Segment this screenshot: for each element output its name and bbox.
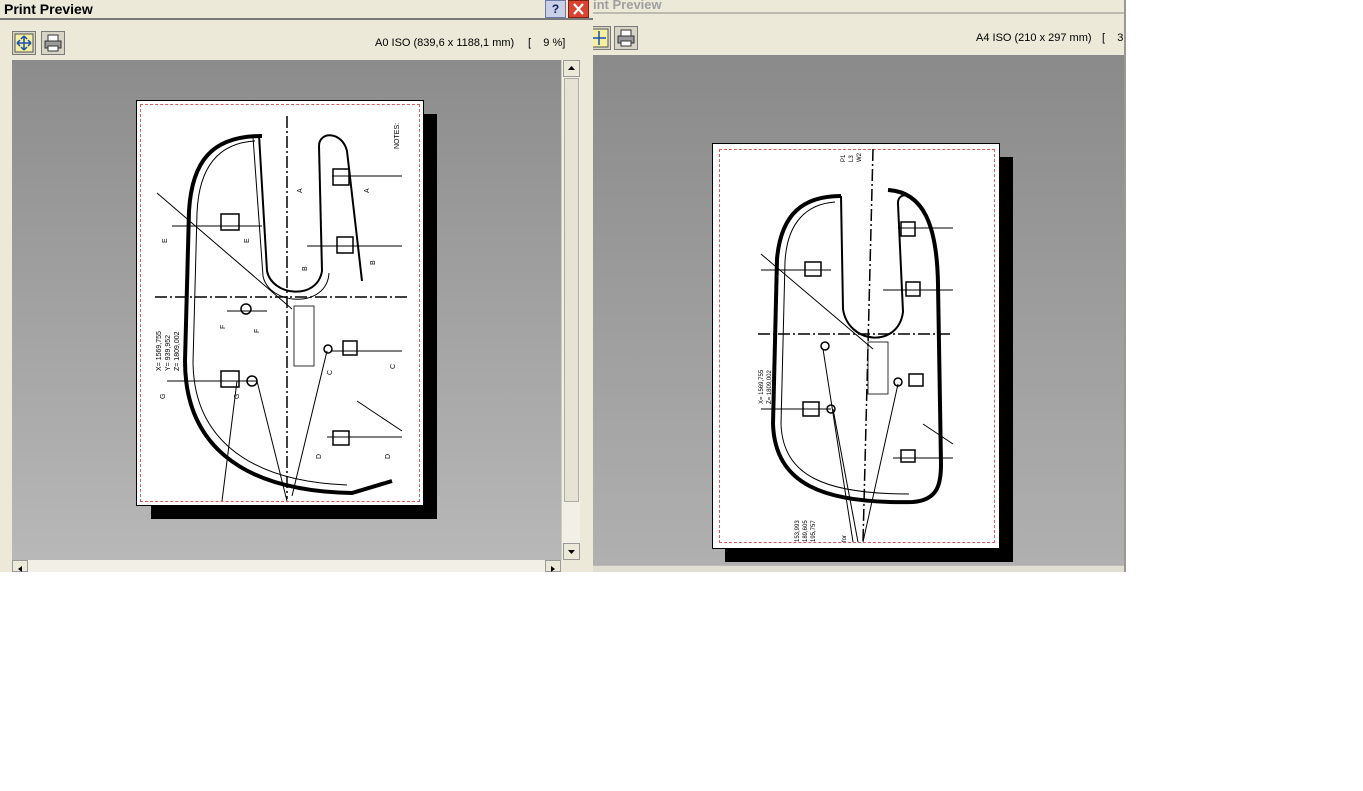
vertical-scrollbar[interactable] xyxy=(561,60,580,560)
fit-all-icon xyxy=(14,33,34,53)
side-text-l3: L3 xyxy=(849,155,855,162)
section-label-c: C xyxy=(390,364,397,369)
coord-b3: 195,757 xyxy=(811,520,817,542)
close-button[interactable] xyxy=(568,0,589,18)
notes-label: NOTES: xyxy=(394,123,401,149)
arrow-left-icon xyxy=(18,566,22,572)
section-label-c: C xyxy=(327,370,334,375)
preview-toolbar: A0 ISO (839,6 x 1188,1 mm) [ 9 %] xyxy=(0,20,593,60)
print-button[interactable] xyxy=(614,26,638,50)
part-drawing: P1 L3 W2 X= 1569,755 Z= 1809,002 153,993… xyxy=(758,148,954,543)
fit-all-button[interactable] xyxy=(593,26,611,50)
window-title: int Preview xyxy=(593,0,662,12)
window-title: Print Preview xyxy=(4,1,93,17)
section-label-f: F xyxy=(220,325,227,329)
side-text-w2: W2 xyxy=(857,152,863,162)
scroll-right-button[interactable] xyxy=(545,560,561,572)
coord-x: X= 1569,755 xyxy=(156,331,163,371)
section-label-a: A xyxy=(297,188,304,193)
preview-toolbar: A4 ISO (210 x 297 mm) [ 3 xyxy=(593,14,1126,55)
paper-format-label: A4 ISO (210 x 297 mm) xyxy=(976,32,1092,44)
coord-z: Z= 1809,002 xyxy=(767,369,773,404)
horizontal-scrollbar[interactable] xyxy=(593,565,1126,572)
horizontal-scrollbar[interactable] xyxy=(12,560,561,572)
help-button[interactable]: ? xyxy=(545,0,566,18)
zoom-level-label: [ 3 xyxy=(1102,32,1124,44)
scroll-thumb[interactable] xyxy=(564,78,579,502)
footer-text: for xyxy=(842,535,848,542)
section-label-e: E xyxy=(162,238,169,243)
side-text-p1: P1 xyxy=(841,154,847,162)
part-drawing: NOTES: X= 1569,755 Y= 939,952 Z= 1809,00… xyxy=(155,116,407,502)
print-button[interactable] xyxy=(41,31,65,55)
section-label-b: B xyxy=(370,260,377,265)
section-label-g: G xyxy=(160,394,167,399)
close-icon xyxy=(573,3,584,15)
coord-b1: 153,993 xyxy=(795,520,801,542)
printer-icon xyxy=(617,29,635,47)
help-icon: ? xyxy=(551,2,560,16)
section-label-d: D xyxy=(316,454,323,459)
scroll-left-button[interactable] xyxy=(12,560,28,572)
arrow-right-icon xyxy=(551,566,555,572)
fit-all-button[interactable] xyxy=(12,31,36,55)
scroll-up-button[interactable] xyxy=(563,60,580,77)
section-label-d: D xyxy=(385,454,392,459)
arrow-up-icon xyxy=(568,66,575,70)
preview-area: NOTES: X= 1569,755 Y= 939,952 Z= 1809,00… xyxy=(12,60,561,560)
zoom-level-label: [ 9 %] xyxy=(528,37,566,49)
section-label-b: B xyxy=(302,266,309,271)
coord-b2: 189,605 xyxy=(803,520,809,542)
coord-y: Y= 939,952 xyxy=(165,335,172,371)
section-label-g: G xyxy=(234,394,241,399)
coord-x: X= 1569,755 xyxy=(759,369,765,404)
fit-all-icon xyxy=(593,28,609,48)
print-preview-window-right: int Preview A4 ISO (210 x 297 mm) [ 3 P1… xyxy=(593,0,1126,572)
printer-icon xyxy=(44,34,62,52)
preview-page: P1 L3 W2 X= 1569,755 Z= 1809,002 153,993… xyxy=(712,143,1000,549)
preview-page: NOTES: X= 1569,755 Y= 939,952 Z= 1809,00… xyxy=(136,100,424,506)
print-preview-window-left: Print Preview ? A0 ISO (839,6 x 1188,1 m… xyxy=(0,0,593,572)
preview-area: P1 L3 W2 X= 1569,755 Z= 1809,002 153,993… xyxy=(593,55,1126,565)
scroll-down-button[interactable] xyxy=(563,543,580,560)
section-label-a: A xyxy=(364,188,371,193)
paper-format-label: A0 ISO (839,6 x 1188,1 mm) xyxy=(375,37,515,49)
section-label-f: F xyxy=(254,329,261,333)
arrow-down-icon xyxy=(568,550,575,554)
coord-z: Z= 1809,002 xyxy=(174,331,181,371)
section-label-e: E xyxy=(244,238,251,243)
